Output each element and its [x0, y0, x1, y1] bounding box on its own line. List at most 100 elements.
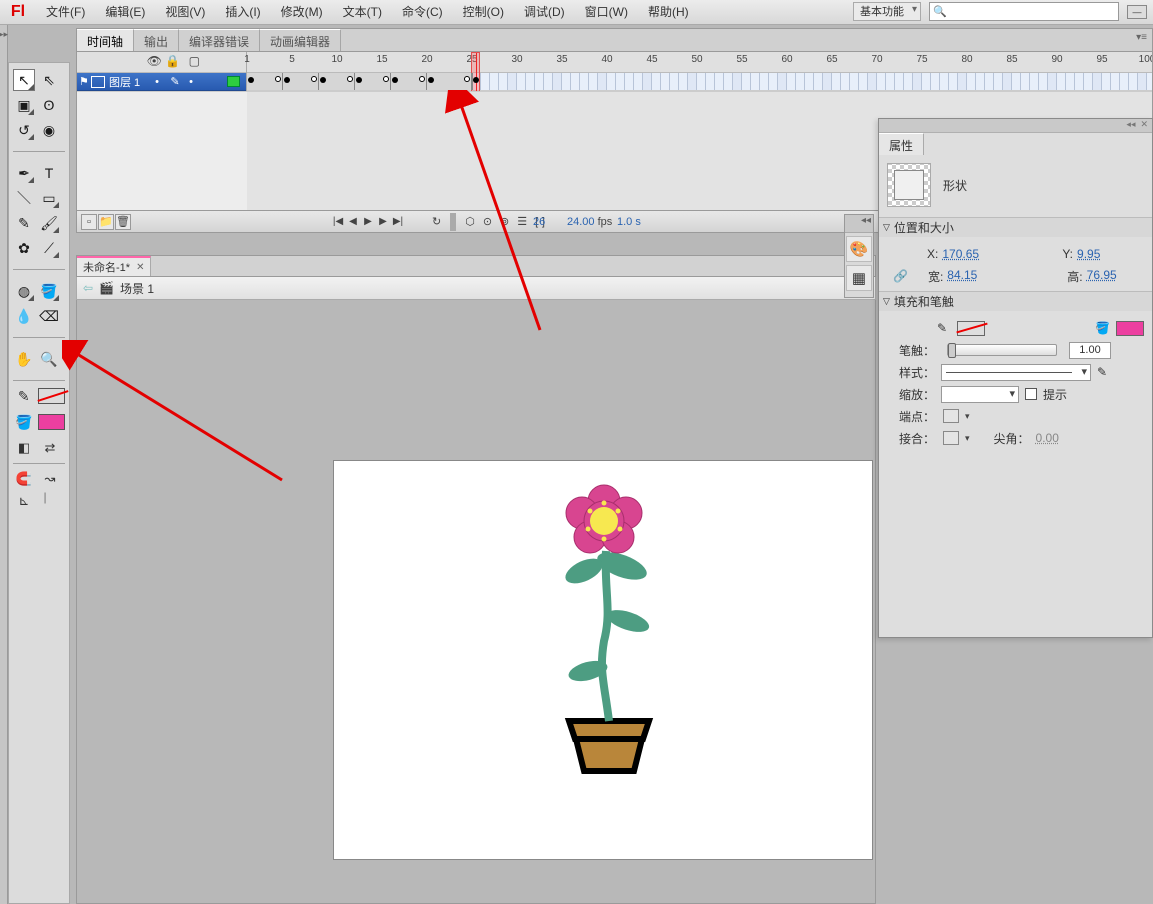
loop-toggle[interactable]: ↻	[429, 215, 444, 228]
tool-selection[interactable]: ↖	[13, 69, 35, 91]
menu-window[interactable]: 窗口(W)	[575, 0, 638, 25]
tool-lasso[interactable]: ʘ	[38, 94, 60, 116]
y-value[interactable]: 9.95	[1077, 247, 1117, 261]
menu-edit[interactable]: 编辑(E)	[95, 0, 155, 25]
step-forward[interactable]: ▶	[376, 215, 390, 229]
tool-deco[interactable]: ✿	[13, 237, 35, 259]
current-frame-value[interactable]: 26	[533, 216, 545, 228]
menu-insert[interactable]: 插入(I)	[215, 0, 270, 25]
fill-swatch[interactable]	[1116, 321, 1144, 336]
stroke-weight-input[interactable]: 1.00	[1069, 342, 1111, 359]
tool-eraser[interactable]: ⌫	[38, 305, 60, 327]
tool-subselection[interactable]: ⇖	[38, 69, 60, 91]
join-option[interactable]	[943, 431, 959, 445]
menu-text[interactable]: 文本(T)	[333, 0, 392, 25]
mini-dock-collapse[interactable]: ◂◂	[845, 215, 873, 233]
tool-lasso2[interactable]: ◉	[38, 119, 60, 141]
stroke-weight-slider[interactable]	[947, 344, 1057, 356]
timeline-ruler[interactable]: 1510152025303540455055606570758085909510…	[247, 52, 1152, 73]
x-value[interactable]: 170.65	[942, 247, 982, 261]
tool-rectangle[interactable]: ▭	[38, 187, 60, 209]
play[interactable]: ▶	[361, 215, 375, 229]
eye-icon[interactable]: 👁	[147, 54, 162, 68]
workspace-preset-dropdown[interactable]: 基本功能	[853, 2, 921, 21]
menu-view[interactable]: 视图(V)	[155, 0, 215, 25]
layer-visible-toggle[interactable]: •	[152, 76, 162, 88]
color-panel-icon[interactable]: 🎨	[846, 236, 872, 262]
option-smooth[interactable]: ↝	[39, 468, 61, 490]
help-search-input[interactable]: 🔍	[929, 2, 1119, 21]
lock-icon[interactable]: 🔒	[165, 54, 180, 68]
menu-command[interactable]: 命令(C)	[392, 0, 453, 25]
option-snap[interactable]: 🧲	[13, 468, 35, 490]
back-icon[interactable]: ⇦	[83, 281, 93, 295]
tool-line[interactable]: ＼	[13, 187, 35, 209]
new-layer-button[interactable]: ▫	[81, 214, 97, 230]
tool-zoom[interactable]: 🔍	[38, 348, 60, 370]
w-value[interactable]: 84.15	[947, 268, 987, 285]
layer-row-1[interactable]: ⚑ 图层 1 • ✎ •	[77, 73, 246, 91]
tool-ink-bottle[interactable]: ◍	[13, 280, 35, 302]
onion-skin[interactable]: ⊙	[480, 215, 495, 228]
section-fill-stroke[interactable]: ▽填充和笔触	[879, 291, 1152, 311]
menu-file[interactable]: 文件(F)	[36, 0, 95, 25]
onion-outlines[interactable]: ⊚	[497, 215, 512, 228]
stroke-swatch[interactable]	[957, 321, 985, 336]
color-bw[interactable]: ◧	[13, 437, 35, 459]
menu-modify[interactable]: 修改(M)	[271, 0, 333, 25]
window-minimize[interactable]: —	[1127, 5, 1147, 19]
tab-motion-editor[interactable]: 动画编辑器	[260, 29, 341, 51]
tab-timeline[interactable]: 时间轴	[77, 29, 134, 51]
miter-value[interactable]: 0.00	[1036, 431, 1076, 445]
cap-option[interactable]	[943, 409, 959, 423]
option-straighten[interactable]: ⊾	[13, 490, 35, 512]
onion-center[interactable]: ⬡	[462, 215, 478, 228]
color-swap[interactable]: ⇄	[39, 437, 61, 459]
left-dock-strip[interactable]: ▸▸	[0, 25, 8, 904]
tab-output[interactable]: 输出	[134, 29, 179, 51]
stroke-color-swatch[interactable]	[38, 388, 65, 404]
edit-stroke-style-icon[interactable]: ✎	[1097, 365, 1107, 379]
swatches-panel-icon[interactable]: ▦	[846, 265, 872, 291]
tool-paint-bucket[interactable]: 🪣	[38, 280, 60, 302]
menu-control[interactable]: 控制(O)	[453, 0, 514, 25]
frame-row-layer1[interactable]	[247, 73, 1152, 91]
tool-pen[interactable]: ✒	[13, 162, 35, 184]
document-tab-1[interactable]: 未命名-1* ✕	[77, 256, 151, 276]
tool-bone[interactable]: ⟋	[38, 237, 60, 259]
layer-draw-toggle[interactable]: ✎	[170, 75, 180, 88]
step-back[interactable]: ◀	[346, 215, 360, 229]
close-tab-icon[interactable]: ✕	[136, 262, 144, 273]
tool-brush[interactable]: 🖌	[38, 212, 60, 234]
hinting-checkbox[interactable]	[1025, 388, 1037, 400]
tab-compiler-errors[interactable]: 编译器错误	[179, 29, 260, 51]
h-value[interactable]: 76.95	[1087, 268, 1127, 285]
tool-hand[interactable]: ✋	[13, 348, 35, 370]
tool-eyedropper[interactable]: 💧	[13, 305, 35, 327]
timeline-menu-icon[interactable]: ▾≡	[1136, 32, 1147, 43]
new-folder-button[interactable]: 📁	[98, 214, 114, 230]
props-tab-properties[interactable]: 属性	[879, 133, 924, 155]
section-position-size[interactable]: ▽位置和大小	[879, 217, 1152, 237]
layer-name[interactable]: 图层 1	[109, 74, 140, 90]
fill-color-swatch[interactable]	[38, 414, 65, 430]
goto-first-frame[interactable]: |◀	[331, 215, 345, 229]
goto-last-frame[interactable]: ▶|	[391, 215, 405, 229]
outline-icon[interactable]: ▢	[189, 54, 200, 68]
tool-pencil[interactable]: ✎	[13, 212, 35, 234]
stroke-style-dropdown[interactable]	[941, 364, 1091, 381]
layer-color-chip[interactable]	[227, 76, 240, 87]
stage-scroll-area[interactable]	[76, 300, 876, 904]
edit-multiple[interactable]: ☰	[514, 215, 530, 228]
props-collapse[interactable]: ◂◂ ✕	[879, 119, 1152, 133]
stage-canvas[interactable]	[333, 460, 873, 860]
menu-debug[interactable]: 调试(D)	[514, 0, 575, 25]
flower-drawing[interactable]	[504, 471, 704, 791]
layer-lock-toggle[interactable]: •	[186, 76, 196, 88]
tool-free-transform[interactable]: ▣	[13, 94, 35, 116]
tool-text[interactable]: T	[38, 162, 60, 184]
tool-3d-rotate[interactable]: ↺	[13, 119, 35, 141]
lock-aspect-icon[interactable]: 🔗	[893, 269, 908, 283]
menu-help[interactable]: 帮助(H)	[638, 0, 699, 25]
fps-value[interactable]: 24.00	[567, 216, 595, 228]
